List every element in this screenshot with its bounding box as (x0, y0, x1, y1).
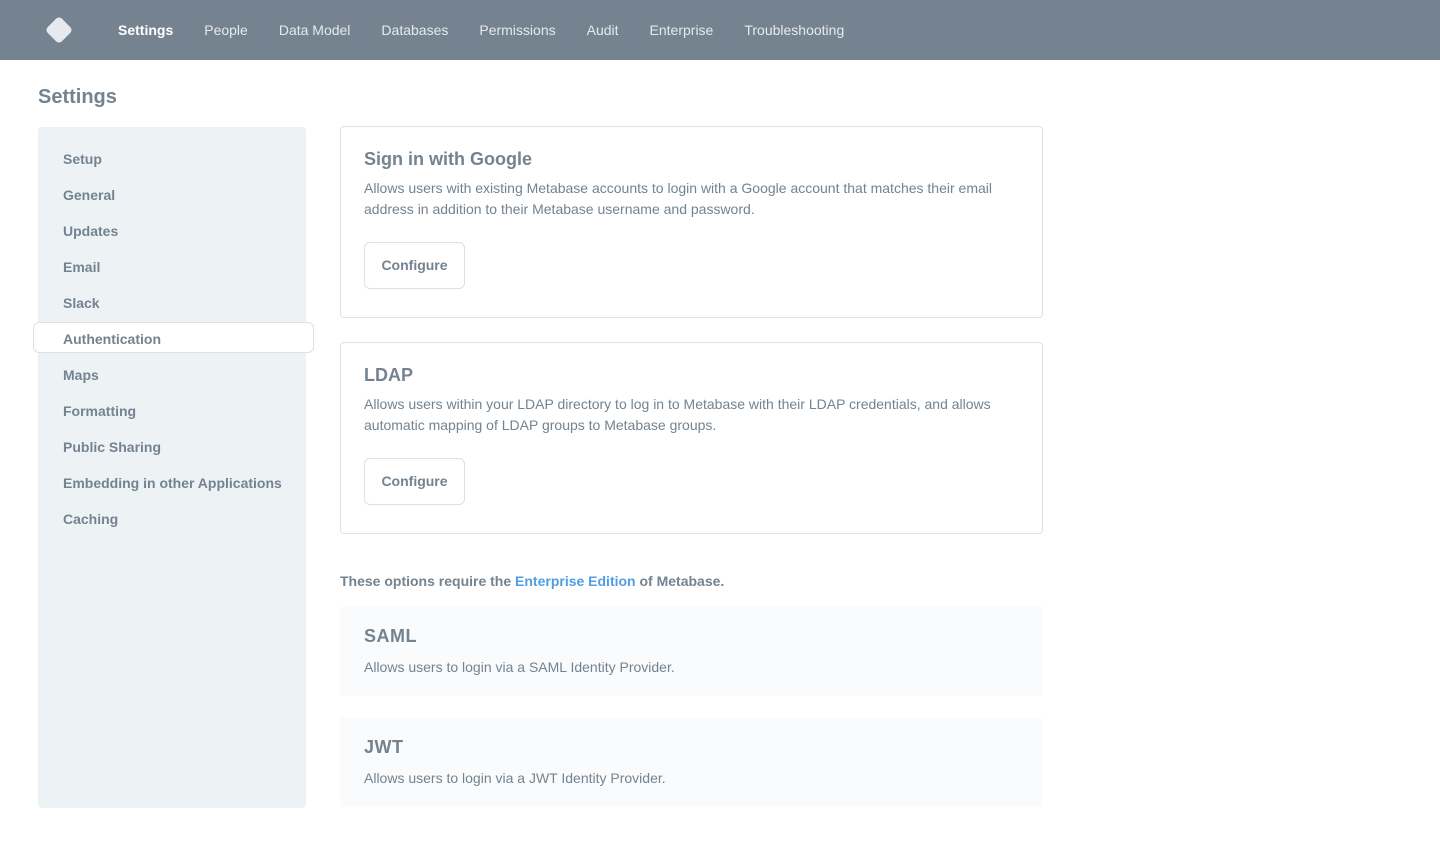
saml-auth-title: SAML (364, 626, 417, 646)
metabase-logo-icon[interactable] (42, 13, 76, 47)
sidebar-item-email[interactable]: Email (38, 253, 306, 289)
saml-auth-card: SAML Allows users to login via a SAML Id… (340, 606, 1043, 696)
sidebar-item-maps[interactable]: Maps (38, 361, 306, 397)
ldap-auth-card: LDAP Allows users within your LDAP direc… (340, 342, 1043, 534)
sidebar-item-formatting[interactable]: Formatting (38, 397, 306, 433)
sidebar-item-label: Authentication (63, 331, 161, 347)
enterprise-note-prefix: These options require the (340, 573, 512, 589)
sidebar-item-label: Setup (63, 151, 102, 167)
sidebar-item-setup[interactable]: Setup (38, 145, 306, 181)
ldap-auth-title: LDAP (364, 365, 413, 385)
sidebar-item-slack[interactable]: Slack (38, 289, 306, 325)
saml-auth-description: Allows users to login via a SAML Identit… (364, 659, 675, 675)
sidebar-item-authentication[interactable]: Authentication (33, 322, 314, 361)
ldap-auth-description: Allows users within your LDAP directory … (364, 396, 991, 433)
sidebar-item-label: Email (63, 259, 101, 275)
nav-databases[interactable]: Databases (381, 22, 448, 38)
enterprise-note: These options require the Enterprise Edi… (340, 573, 724, 589)
jwt-auth-title: JWT (364, 737, 404, 757)
sidebar-item-label: Slack (63, 295, 100, 311)
top-nav: Settings People Data Model Databases Per… (0, 0, 1440, 60)
nav-permissions[interactable]: Permissions (479, 22, 555, 38)
sidebar-item-label: Formatting (63, 403, 137, 419)
enterprise-note-suffix: of Metabase. (639, 573, 725, 589)
nav-settings[interactable]: Settings (118, 22, 173, 38)
nav-data-model[interactable]: Data Model (279, 22, 351, 38)
sidebar-item-label: Updates (63, 223, 119, 239)
sidebar-item-updates[interactable]: Updates (38, 217, 306, 253)
sidebar-item-label: Maps (63, 367, 99, 383)
google-configure-button[interactable]: Configure (364, 242, 465, 289)
google-auth-card: Sign in with Google Allows users with ex… (340, 126, 1043, 318)
google-auth-title: Sign in with Google (364, 149, 532, 169)
settings-sidebar: Setup General Updates Email Slack Authen… (33, 127, 314, 808)
nav-people[interactable]: People (204, 22, 248, 38)
sidebar-item-caching[interactable]: Caching (38, 505, 306, 541)
sidebar-item-label: Embedding in other Applications (63, 475, 282, 491)
nav-audit[interactable]: Audit (587, 22, 619, 38)
jwt-auth-description: Allows users to login via a JWT Identity… (364, 770, 666, 786)
nav-enterprise[interactable]: Enterprise (650, 22, 714, 38)
enterprise-edition-link[interactable]: Enterprise Edition (515, 573, 636, 589)
sidebar-item-label: General (63, 187, 116, 203)
nav-items: Settings People Data Model Databases Per… (118, 0, 875, 60)
google-auth-description: Allows users with existing Metabase acco… (364, 180, 992, 217)
sidebar-item-public-sharing[interactable]: Public Sharing (38, 433, 306, 469)
nav-troubleshooting[interactable]: Troubleshooting (744, 22, 844, 38)
sidebar-item-label: Public Sharing (63, 439, 162, 455)
page-title: Settings (38, 86, 117, 108)
ldap-configure-button[interactable]: Configure (364, 458, 465, 505)
sidebar-item-embedding[interactable]: Embedding in other Applications (38, 469, 306, 505)
jwt-auth-card: JWT Allows users to login via a JWT Iden… (340, 717, 1043, 807)
sidebar-item-label: Caching (63, 511, 119, 527)
sidebar-item-general[interactable]: General (38, 181, 306, 217)
